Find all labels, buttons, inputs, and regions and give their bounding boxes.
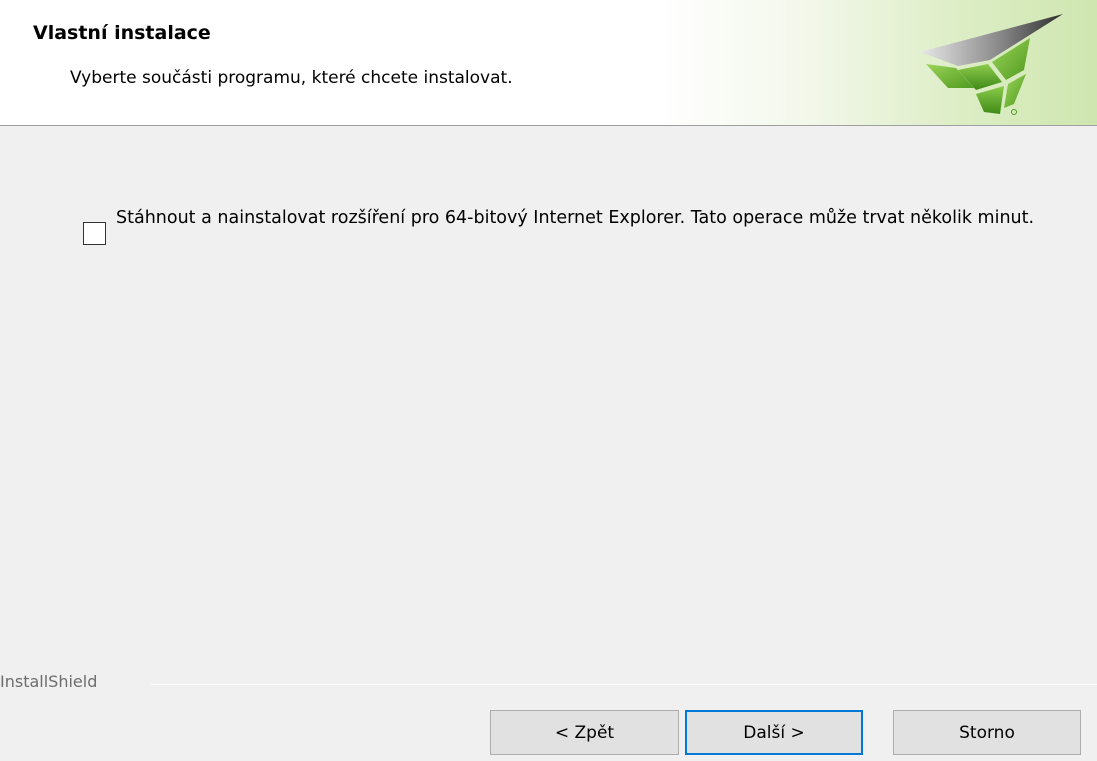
installshield-logo-icon xyxy=(920,14,1063,115)
cancel-button[interactable]: Storno xyxy=(893,710,1081,755)
ie64-extension-label[interactable]: Stáhnout a nainstalovat rozšíření pro 64… xyxy=(116,205,1056,231)
installshield-footer: InstallShield xyxy=(0,670,1097,694)
page-title: Vlastní instalace xyxy=(33,22,211,44)
installer-wizard-window: Vlastní instalace Vyberte součásti progr… xyxy=(0,0,1097,761)
ie64-extension-checkbox[interactable] xyxy=(83,222,106,245)
footer-separator xyxy=(151,684,1097,685)
wizard-header: Vlastní instalace Vyberte součásti progr… xyxy=(0,0,1097,126)
page-subtitle: Vyberte součásti programu, které chcete … xyxy=(70,68,513,88)
installshield-brand: InstallShield xyxy=(0,672,98,691)
next-button[interactable]: Další > xyxy=(685,710,863,755)
back-button[interactable]: < Zpět xyxy=(490,710,679,755)
